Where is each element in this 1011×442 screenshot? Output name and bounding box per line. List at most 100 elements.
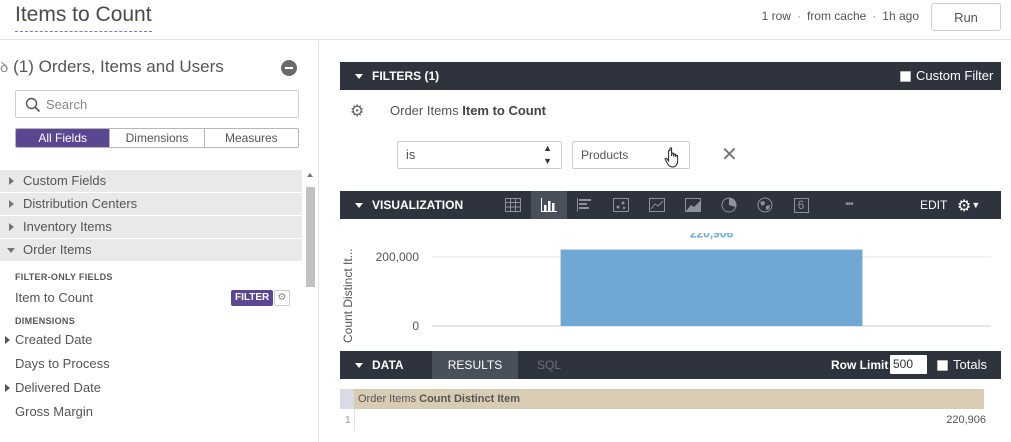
row-limit-label: Row Limit — [831, 358, 889, 372]
view-item-inventory-items[interactable]: Inventory Items — [0, 216, 302, 239]
line-chart-icon[interactable] — [639, 191, 675, 219]
scatter-icon[interactable] — [603, 191, 639, 219]
tab-measures[interactable]: Measures — [205, 129, 298, 147]
view-label: Inventory Items — [23, 219, 112, 234]
bar-data-label: 220,906 — [690, 233, 734, 241]
single-value-icon[interactable]: 6 — [783, 191, 819, 219]
remove-filter-icon[interactable]: ✕ — [721, 145, 738, 165]
edit-button[interactable]: EDIT — [920, 191, 947, 219]
column-view: Order Items — [358, 393, 417, 405]
bar-chart-icon[interactable] — [567, 191, 603, 219]
custom-filter-checkbox[interactable] — [900, 70, 911, 82]
visualization-bar[interactable]: VISUALIZATION 6 ••• EDIT ⚙▼ — [340, 191, 1001, 219]
viz-settings-gear-icon[interactable]: ⚙▼ — [957, 191, 980, 221]
totals-checkbox[interactable] — [937, 359, 948, 371]
chart-bar[interactable] — [560, 249, 863, 326]
filter-operator-select[interactable]: is ▲ ▼ — [397, 141, 562, 169]
main-panel: FILTERS (1) Custom Filter ⚙ Order Items … — [320, 41, 1011, 442]
search-input[interactable] — [46, 95, 286, 113]
explore-icon: ꝺ — [0, 59, 9, 75]
caret-down-icon — [7, 248, 15, 253]
search-icon — [25, 97, 41, 113]
filter-field-name: Order Items Item to Count — [390, 103, 546, 118]
filter-only-section-label: FILTER-ONLY FIELDS — [15, 272, 113, 282]
query-age: 1h ago — [882, 9, 919, 23]
filter-field-label: Item to Count — [462, 103, 547, 118]
field-gross-margin[interactable]: Gross Margin — [0, 400, 302, 424]
field-label: Gross Margin — [15, 404, 94, 419]
filter-value: Products — [581, 148, 629, 162]
field-delivered-date[interactable]: Delivered Date — [0, 376, 302, 400]
collapse-icon[interactable] — [281, 60, 297, 76]
column-header[interactable]: Order Items Count Distinct Item — [340, 389, 984, 409]
view-item-custom-fields[interactable]: Custom Fields — [0, 170, 302, 193]
sidebar-scrollbar[interactable] — [304, 173, 316, 293]
gear-icon[interactable]: ⚙ — [350, 101, 364, 121]
field-label: Delivered Date — [15, 380, 101, 395]
top-bar: Items to Count 1 row · from cache · 1h a… — [0, 0, 1011, 40]
caret-right-icon — [5, 384, 10, 392]
tab-sql[interactable]: SQL — [518, 351, 580, 379]
more-icon[interactable]: ••• — [831, 191, 867, 219]
view-label: Order Items — [23, 242, 92, 257]
field-search — [15, 90, 299, 118]
field-label: Item to Count — [15, 290, 94, 305]
view-item-order-items[interactable]: Order Items — [0, 239, 302, 262]
row-limit-input[interactable]: 500 — [890, 355, 927, 374]
field-days-to-process[interactable]: Days to Process — [0, 352, 302, 376]
caret-right-icon — [9, 223, 14, 231]
query-meta: 1 row · from cache · 1h ago — [762, 9, 919, 23]
map-icon[interactable] — [747, 191, 783, 219]
chart-canvas: 0 200,000 220,906 — [376, 233, 991, 333]
totals-label: Totals — [953, 357, 987, 372]
field-created-date[interactable]: Created Date — [0, 328, 302, 352]
column-chart: Count Distinct It... 0 200,000 220,906 — [340, 233, 1001, 343]
data-bar[interactable]: DATA RESULTS SQL Row Limit 500 Totals — [340, 351, 1001, 379]
area-chart-icon[interactable] — [675, 191, 711, 219]
row-count: 1 row — [761, 9, 791, 23]
caret-down-icon — [355, 203, 363, 208]
caret-right-icon — [5, 336, 10, 344]
scroll-up-icon[interactable] — [307, 173, 313, 177]
column-chart-icon[interactable] — [531, 191, 567, 219]
field-label: Created Date — [15, 332, 93, 347]
filters-bar[interactable]: FILTERS (1) Custom Filter — [340, 62, 1001, 90]
filter-badge[interactable]: FILTER — [231, 290, 274, 306]
view-label: Distribution Centers — [23, 196, 138, 211]
look-title[interactable]: Items to Count — [15, 2, 152, 32]
caret-right-icon — [9, 200, 14, 208]
visualization-type-picker: 6 ••• — [495, 191, 867, 219]
tab-all-fields[interactable]: All Fields — [16, 129, 111, 147]
field-type-tabs: All Fields Dimensions Measures — [15, 128, 299, 148]
filter-view-name: Order Items — [390, 103, 459, 118]
run-button[interactable]: Run — [931, 3, 1001, 31]
y-tick-label: 0 — [412, 319, 419, 333]
filter-operator-value: is — [406, 147, 416, 162]
data-title: DATA — [372, 358, 404, 372]
view-label: Custom Fields — [23, 173, 107, 188]
separator: · — [872, 9, 877, 23]
row-number: 1 — [345, 415, 351, 426]
totals-toggle[interactable]: Totals — [937, 351, 987, 379]
view-list: Custom Fields Distribution Centers Inven… — [0, 170, 302, 424]
caret-down-icon — [355, 363, 363, 368]
explore-title: ꝺ (1) Orders, Items and Users — [0, 57, 224, 77]
gear-icon[interactable]: ⚙ — [274, 290, 290, 306]
pie-chart-icon[interactable] — [711, 191, 747, 219]
tab-results[interactable]: RESULTS — [432, 351, 518, 379]
visualization-title: VISUALIZATION — [372, 198, 464, 212]
table-icon[interactable] — [495, 191, 531, 219]
custom-filter-toggle[interactable]: Custom Filter — [900, 62, 993, 90]
field-label: Days to Process — [15, 356, 110, 371]
row-divider — [354, 409, 355, 431]
cache-status: from cache — [806, 9, 867, 23]
explore-title-label: (1) Orders, Items and Users — [13, 57, 224, 76]
view-item-distribution-centers[interactable]: Distribution Centers — [0, 193, 302, 216]
column-field: Count Distinct Item — [419, 393, 520, 405]
field-item-to-count[interactable]: Item to Count FILTER ⚙ — [0, 286, 302, 310]
custom-filter-label: Custom Filter — [916, 68, 994, 83]
tab-dimensions[interactable]: Dimensions — [110, 129, 205, 147]
scroll-thumb[interactable] — [306, 187, 315, 287]
caret-down-icon — [355, 74, 363, 79]
y-tick-label: 200,000 — [376, 250, 420, 264]
